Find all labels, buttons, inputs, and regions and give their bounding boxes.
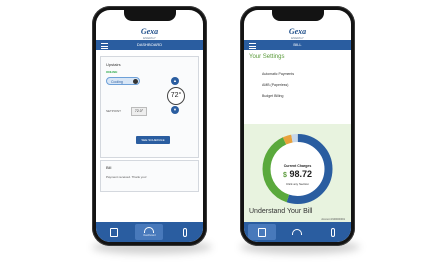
understand-bill-title: Understand Your Bill — [249, 208, 313, 215]
temp-down-button[interactable]: ▼ — [171, 106, 179, 114]
temp-up-button[interactable]: ▲ — [171, 77, 179, 85]
charges-panel: Current Charges $ 98.72 Click any Sectio… — [244, 124, 351, 227]
bill-screen: Gexa ENERGY BILL Your Settings Automatic… — [244, 10, 351, 242]
tab-dashboard[interactable] — [283, 224, 311, 240]
phone-left: Gexa ENERGY DASHBOARD Upstairs ONLINE Co… — [92, 6, 207, 246]
thermometer-icon — [183, 227, 188, 237]
toggle-knob — [133, 79, 138, 84]
donut-hint: Click any Section — [285, 182, 309, 186]
amount-value: 98.72 — [289, 169, 312, 179]
tab-bill[interactable] — [247, 224, 276, 240]
thermometer-icon — [331, 227, 336, 237]
thermostat-card: Upstairs ONLINE Cooling ▲ 72° ▼ SETPOINT… — [100, 56, 199, 158]
gauge-icon — [144, 227, 155, 233]
setpoint-field[interactable]: 72.0° — [131, 107, 147, 116]
current-temperature: 72° — [167, 87, 185, 105]
phone-notch — [271, 10, 324, 21]
account-number: Account #100000001 — [321, 218, 345, 221]
top-nav-bar: BILL — [244, 40, 351, 50]
nav-title: BILL — [293, 42, 302, 47]
bill-card-title: Bill — [106, 165, 112, 170]
setpoint-label: SETPOINT — [106, 109, 122, 113]
mode-label: Cooling — [111, 80, 123, 84]
bottom-tab-bar — [244, 222, 351, 242]
currency-symbol: $ — [283, 172, 287, 179]
phone-right: Gexa ENERGY BILL Your Settings Automatic… — [240, 6, 355, 246]
settings-item-budget[interactable]: Budget Billing — [262, 94, 283, 98]
gexa-logo: Gexa — [140, 27, 159, 36]
current-charges-amount: $ 98.72 — [244, 169, 351, 179]
tab-dashboard[interactable]: Dashboard — [135, 224, 164, 240]
bottom-tab-bar: Dashboard — [96, 222, 203, 242]
gexa-logo: Gexa — [288, 27, 307, 36]
settings-title: Your Settings — [249, 54, 285, 60]
see-schedule-button[interactable]: SEE SCHEDULE — [136, 136, 170, 144]
top-nav-bar: DASHBOARD — [96, 40, 203, 50]
bill-icon — [109, 227, 118, 237]
bill-card[interactable]: Bill Payment received. Thank you! — [100, 160, 199, 192]
menu-icon[interactable] — [101, 43, 108, 49]
mode-toggle[interactable]: Cooling — [106, 77, 140, 85]
bill-message: Payment received. Thank you! — [106, 175, 147, 179]
settings-item-paperless[interactable]: AMB (Paperless) — [262, 83, 288, 87]
dashboard-screen: Gexa ENERGY DASHBOARD Upstairs ONLINE Co… — [96, 10, 203, 242]
gauge-icon — [292, 229, 303, 235]
tab-bill[interactable] — [100, 224, 128, 240]
tab-thermostat[interactable] — [319, 224, 347, 240]
settings-item-autopay[interactable]: Automatic Payments — [262, 72, 294, 76]
phone-notch — [123, 10, 176, 21]
nav-title: DASHBOARD — [136, 42, 163, 47]
tab-dashboard-label: Dashboard — [143, 234, 156, 237]
donut-label: Current Charges — [283, 164, 312, 168]
bill-icon — [257, 227, 266, 237]
status-badge: ONLINE — [106, 70, 118, 74]
tab-thermostat[interactable] — [171, 224, 199, 240]
menu-icon[interactable] — [249, 43, 256, 49]
thermostat-name: Upstairs — [106, 62, 121, 67]
